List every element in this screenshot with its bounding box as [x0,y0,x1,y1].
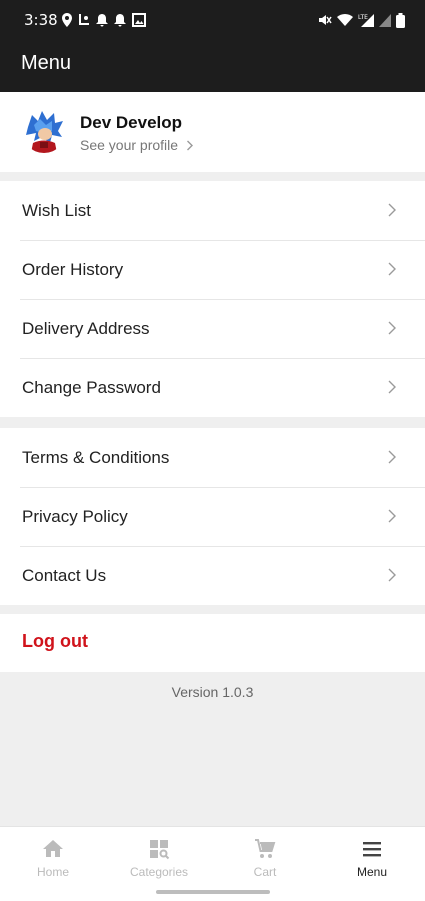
mute-icon [319,15,332,25]
chevron-right-icon [388,321,396,335]
nav-home[interactable]: Home [0,837,106,879]
status-right-icons: LTE [318,11,405,29]
menu-item-change-password[interactable]: Change Password [0,358,425,417]
chevron-right-icon [187,140,194,150]
chevron-right-icon [388,509,396,523]
notification-bell-icon [114,14,126,27]
nav-cart[interactable]: Cart [212,837,318,879]
page-title: Menu [21,52,72,74]
avatar[interactable] [22,109,66,153]
profile-name[interactable]: Dev Develop [80,113,182,133]
see-profile-link[interactable]: See your profile [80,137,194,153]
menu-icon [363,842,381,857]
menu-item-label: Delivery Address [22,318,150,338]
wifi-icon [337,13,353,26]
svg-text:LTE: LTE [358,14,368,21]
notification-bell-icon [96,14,108,27]
see-profile-label: See your profile [80,137,179,153]
categories-icon [150,840,170,860]
nav-categories[interactable]: Categories [106,837,212,879]
logout-label: Log out [22,631,88,651]
menu-item-label: Terms & Conditions [22,447,170,467]
app-version: Version 1.0.3 [171,684,254,700]
home-icon [43,840,63,857]
nav-menu[interactable]: Menu [319,837,425,879]
gallery-icon [132,13,146,27]
menu-item-delivery-address[interactable]: Delivery Address [0,299,425,358]
location-icon [62,13,72,27]
chevron-right-icon [388,380,396,394]
profile-card[interactable] [0,92,425,172]
chevron-right-icon [388,203,396,217]
chevron-right-icon [388,262,396,276]
gesture-home-bar[interactable] [156,890,270,894]
menu-item-label: Privacy Policy [22,506,128,526]
nav-label: Menu [356,865,388,879]
menu-item-contact-us[interactable]: Contact Us [0,546,425,605]
menu-item-label: Contact Us [22,565,107,585]
lte-signal-icon: LTE [358,14,374,27]
menu-item-wish-list[interactable]: Wish List [0,181,425,240]
menu-item-terms-conditions[interactable]: Terms & Conditions [0,428,425,487]
chevron-right-icon [388,568,396,582]
info-menu-group: Terms & Conditions Privacy Policy Contac… [0,428,425,605]
nav-label: Cart [253,865,277,879]
nav-label: Categories [129,865,189,879]
cart-icon [255,839,276,858]
status-bar: 3:38 LTE [0,0,425,40]
status-left-icons [62,11,146,29]
status-time: 3:38 [24,11,58,29]
account-menu-group: Wish List Order History Delivery Address… [0,181,425,417]
logout-button[interactable]: Log out [0,614,425,672]
chevron-right-icon [388,450,396,464]
menu-item-privacy-policy[interactable]: Privacy Policy [0,487,425,546]
signal-icon [379,14,391,27]
battery-icon [396,12,405,28]
menu-item-order-history[interactable]: Order History [0,240,425,299]
menu-item-label: Order History [22,259,124,279]
menu-item-label: Change Password [22,377,161,397]
top-bar: 3:38 LTE Menu [0,0,425,92]
app-icon [79,14,89,25]
nav-label: Home [36,865,69,879]
menu-item-label: Wish List [22,200,91,220]
